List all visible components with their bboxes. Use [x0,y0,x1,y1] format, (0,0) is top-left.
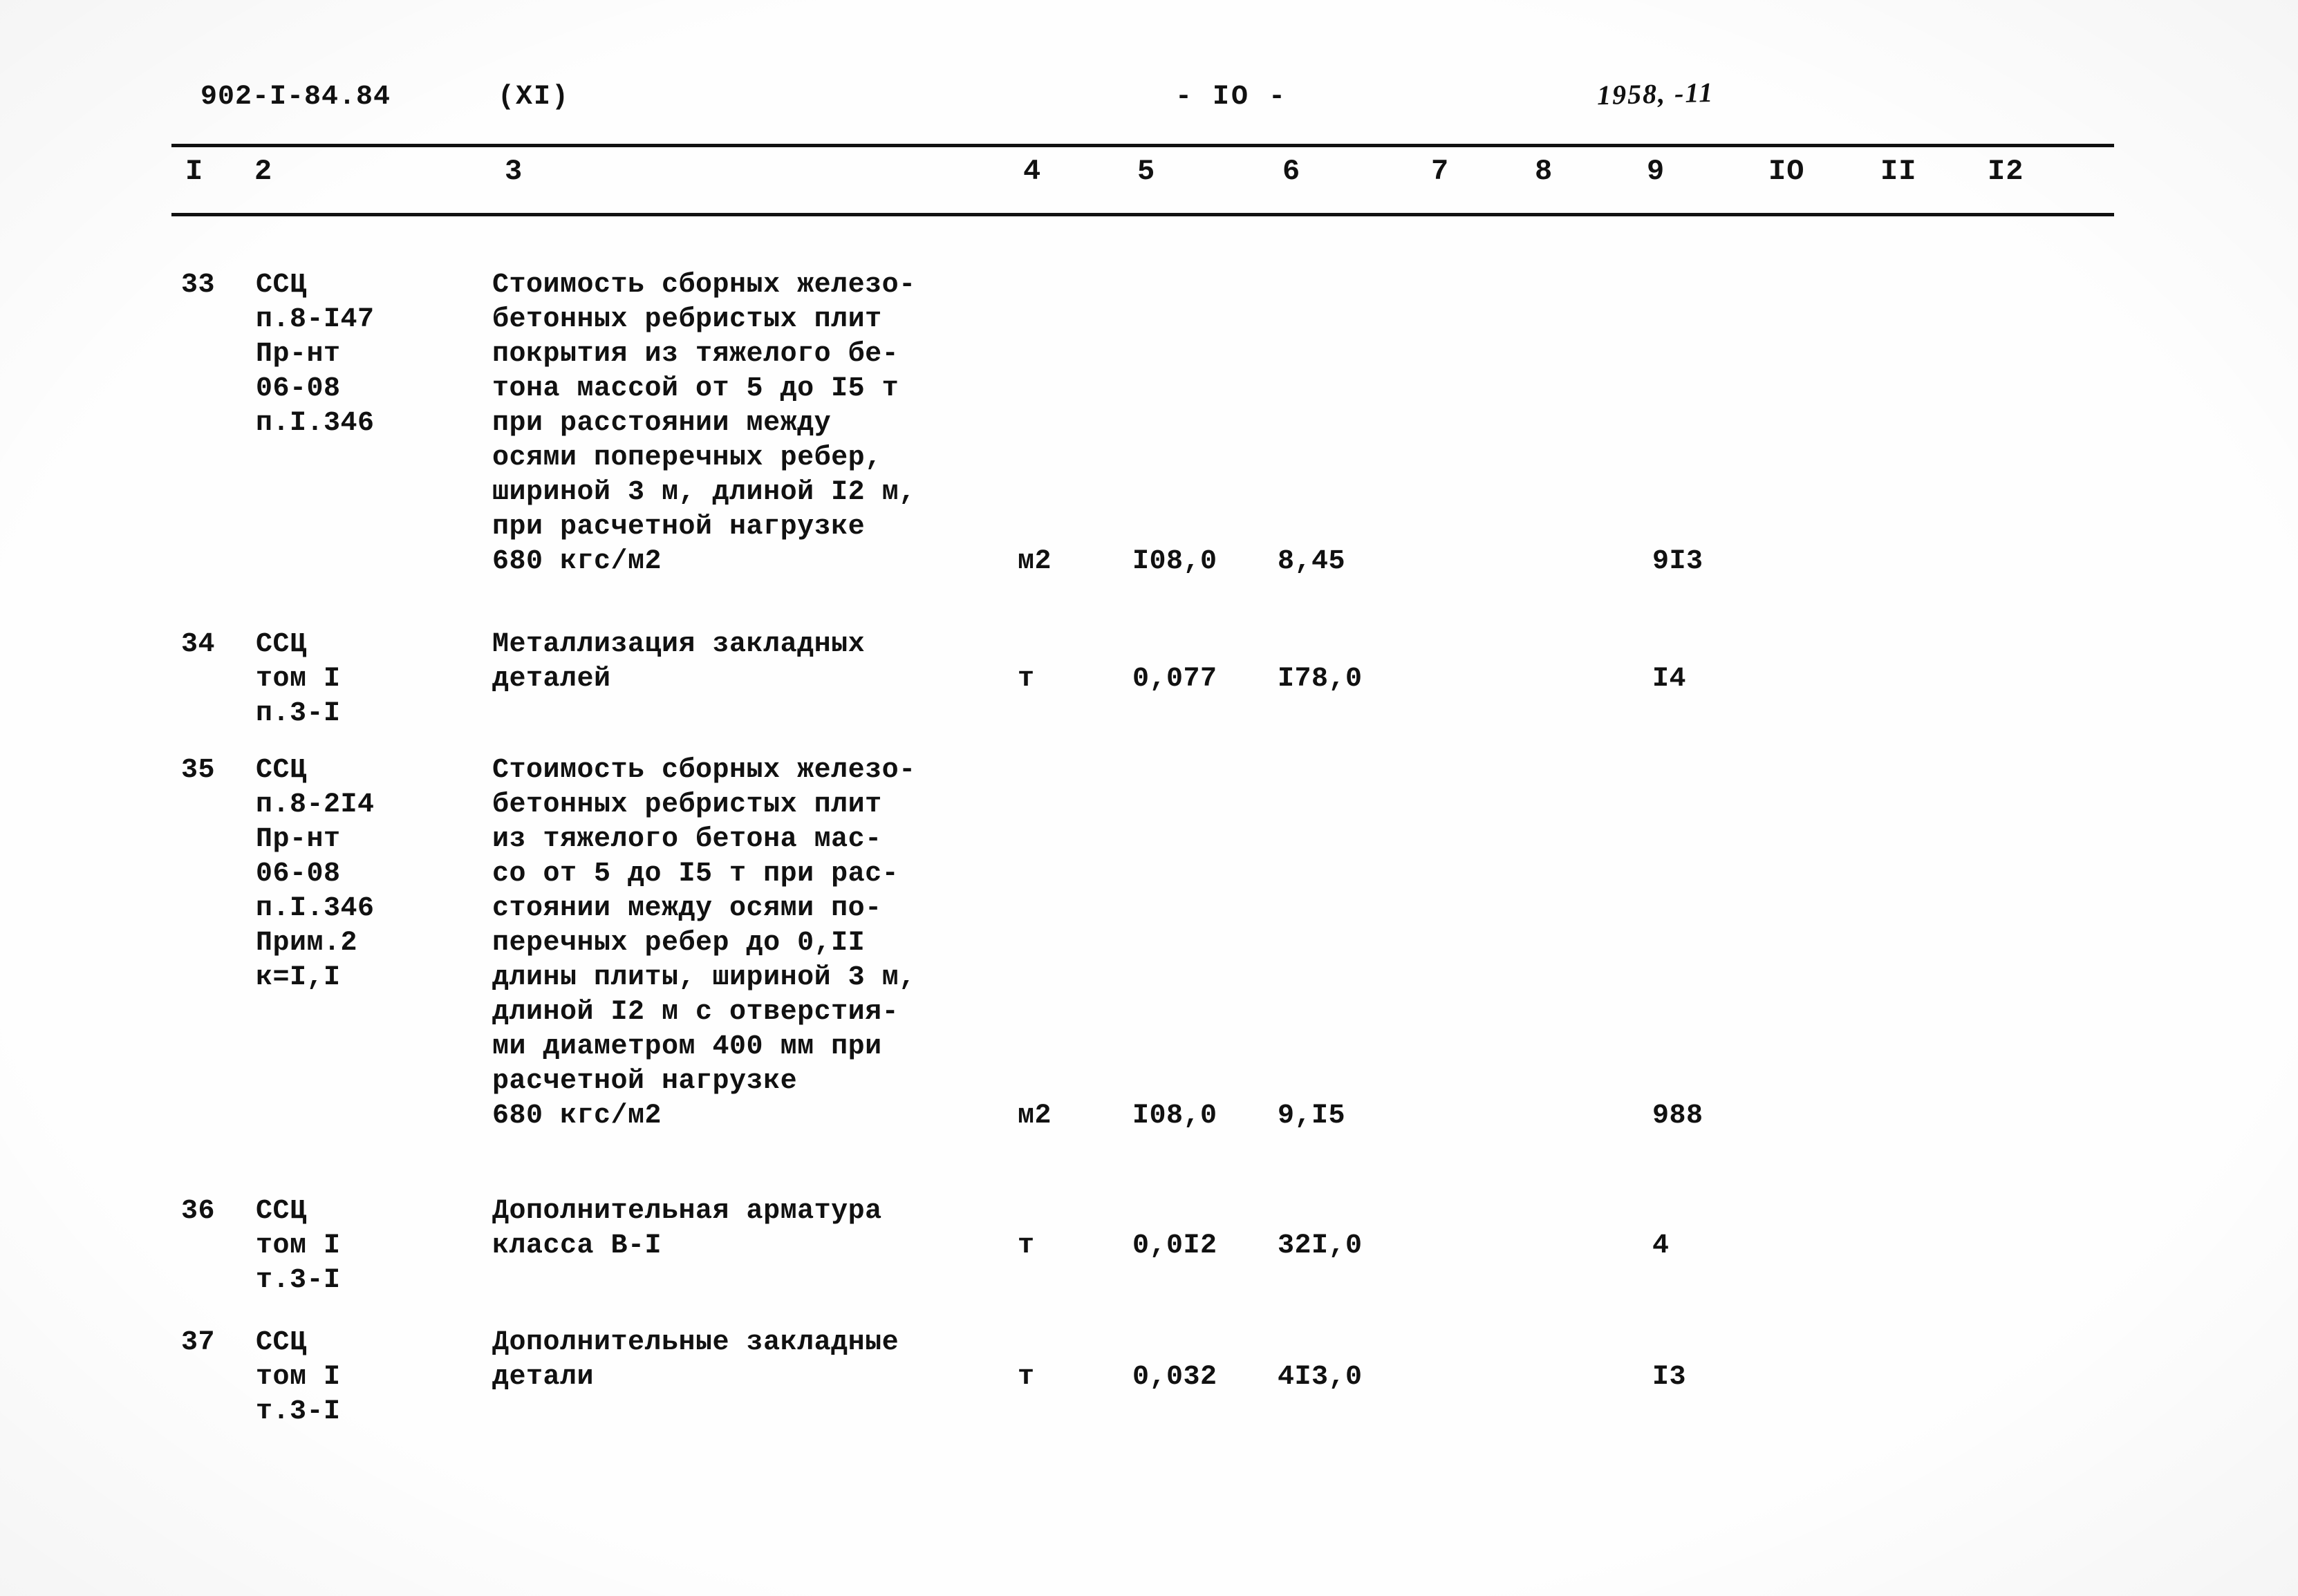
row-unit: т [1018,1362,1035,1393]
row-unit-price: 8,45 [1278,546,1346,577]
row-unit-price: 32I,0 [1278,1230,1363,1261]
column-number-8: 8 [1535,155,1553,188]
row-unit-price: 4I3,0 [1278,1362,1363,1393]
row-quantity: I08,0 [1132,1100,1217,1132]
document-page: 902-I-84.84 (XI) - IO - 1958, -11 I23456… [0,0,2298,1596]
row-number: 37 [181,1327,216,1358]
column-number-12: I2 [1988,155,2024,188]
page-number: - IO - [1175,82,1288,113]
handwritten-annotation: 1958, -11 [1596,76,1715,111]
column-number-7: 7 [1431,155,1450,188]
row-total-cost: 988 [1652,1100,1703,1132]
column-number-6: 6 [1282,155,1301,188]
row-unit: м2 [1018,1100,1052,1132]
document-part: (XI) [498,82,570,113]
table-row: 36 ССЦ том I т.3-I Дополнительная арматура… [0,1194,2298,1298]
page-header: 902-I-84.84 (XI) - IO - 1958, -11 [0,77,2298,131]
row-unit: т [1018,664,1035,695]
table-top-rule [171,144,2114,147]
row-description: Стоимость сборных железо- бетонных ребри… [492,270,916,577]
row-number: 35 [181,755,216,786]
row-unit-price: I78,0 [1278,664,1363,695]
row-description: Металлизация закладных деталей [492,629,866,695]
column-number-3: 3 [505,155,523,188]
row-reference: ССЦ том I т.3-I [256,1327,341,1427]
row-reference: ССЦ том I п.3-I [256,629,341,729]
row-total-cost: I4 [1652,664,1687,695]
row-unit-price: 9,I5 [1278,1100,1346,1132]
row-total-cost: 9I3 [1652,546,1703,577]
row-description: Дополнительные закладные детали [492,1327,899,1393]
column-number-11: II [1880,155,1917,188]
column-number-5: 5 [1137,155,1156,188]
row-total-cost: 4 [1652,1230,1670,1261]
row-reference: ССЦ п.8-2I4 Пр-нт 06-08 п.I.346 Прим.2 к… [256,755,375,993]
document-code: 902-I-84.84 [200,82,391,113]
row-quantity: 0,032 [1132,1362,1217,1393]
row-reference: ССЦ п.8-I47 Пр-нт 06-08 п.I.346 [256,270,375,439]
column-number-row: I 2 3 4 5 6 7 8 9 IO II I2 [0,155,2298,207]
column-number-4: 4 [1023,155,1042,188]
row-reference: ССЦ том I т.3-I [256,1196,341,1296]
column-number-2: 2 [254,155,273,188]
row-quantity: 0,077 [1132,664,1217,695]
table-header-bottom-rule [171,213,2114,216]
table-row: 33 ССЦ п.8-I47 Пр-нт 06-08 п.I.346 Стоимос… [0,268,2298,579]
row-quantity: 0,0I2 [1132,1230,1217,1261]
row-total-cost: I3 [1652,1362,1687,1393]
row-number: 34 [181,629,216,660]
row-number: 33 [181,270,216,301]
row-unit: м2 [1018,546,1052,577]
table-row: 35 ССЦ п.8-2I4 Пр-нт 06-08 п.I.346 Прим.2… [0,753,2298,1134]
row-quantity: I08,0 [1132,546,1217,577]
column-number-1: I [185,155,204,188]
column-number-10: IO [1768,155,1805,188]
table-row: 34 ССЦ том I п.3-I Металлизация закладных … [0,628,2298,731]
row-description: Дополнительная арматура класса B-I [492,1196,882,1261]
row-number: 36 [181,1196,216,1227]
table-row: 37 ССЦ том I т.3-I Дополнительные закладны… [0,1326,2298,1429]
row-unit: т [1018,1230,1035,1261]
column-number-9: 9 [1647,155,1665,188]
row-description: Стоимость сборных железо- бетонных ребри… [492,755,916,1132]
